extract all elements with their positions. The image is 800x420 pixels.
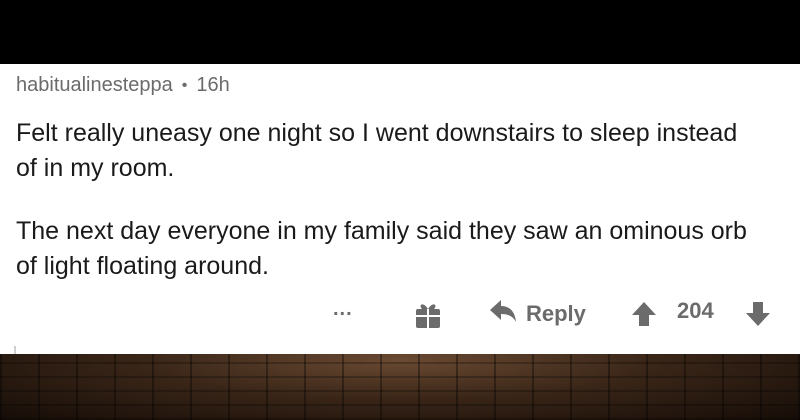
gift-icon[interactable] bbox=[413, 300, 443, 336]
username[interactable]: habitualinesteppa bbox=[16, 74, 173, 97]
downvote-arrow-icon[interactable] bbox=[745, 301, 771, 333]
upvote-arrow-icon[interactable] bbox=[631, 301, 657, 333]
comment-paragraph-1: Felt really uneasy one night so I went d… bbox=[16, 119, 738, 182]
more-options-button[interactable]: ... bbox=[333, 298, 353, 321]
vote-score: 204 bbox=[677, 298, 714, 323]
comment-card: habitualinesteppa • 16h Felt really unea… bbox=[0, 64, 800, 354]
reply-button[interactable]: Reply bbox=[488, 298, 586, 330]
comment-meta: habitualinesteppa • 16h bbox=[16, 74, 230, 97]
wooden-floor-background bbox=[0, 354, 800, 420]
comment-paragraph-2: The next day everyone in my family said … bbox=[16, 217, 747, 280]
top-black-band bbox=[0, 0, 800, 64]
comment-actions: ... Reply 204 bbox=[0, 296, 800, 336]
reply-label: Reply bbox=[526, 301, 586, 326]
reply-arrow-icon bbox=[488, 298, 518, 330]
divider-mark bbox=[14, 346, 16, 354]
meta-separator: • bbox=[181, 76, 188, 94]
comment-age: 16h bbox=[196, 74, 230, 96]
